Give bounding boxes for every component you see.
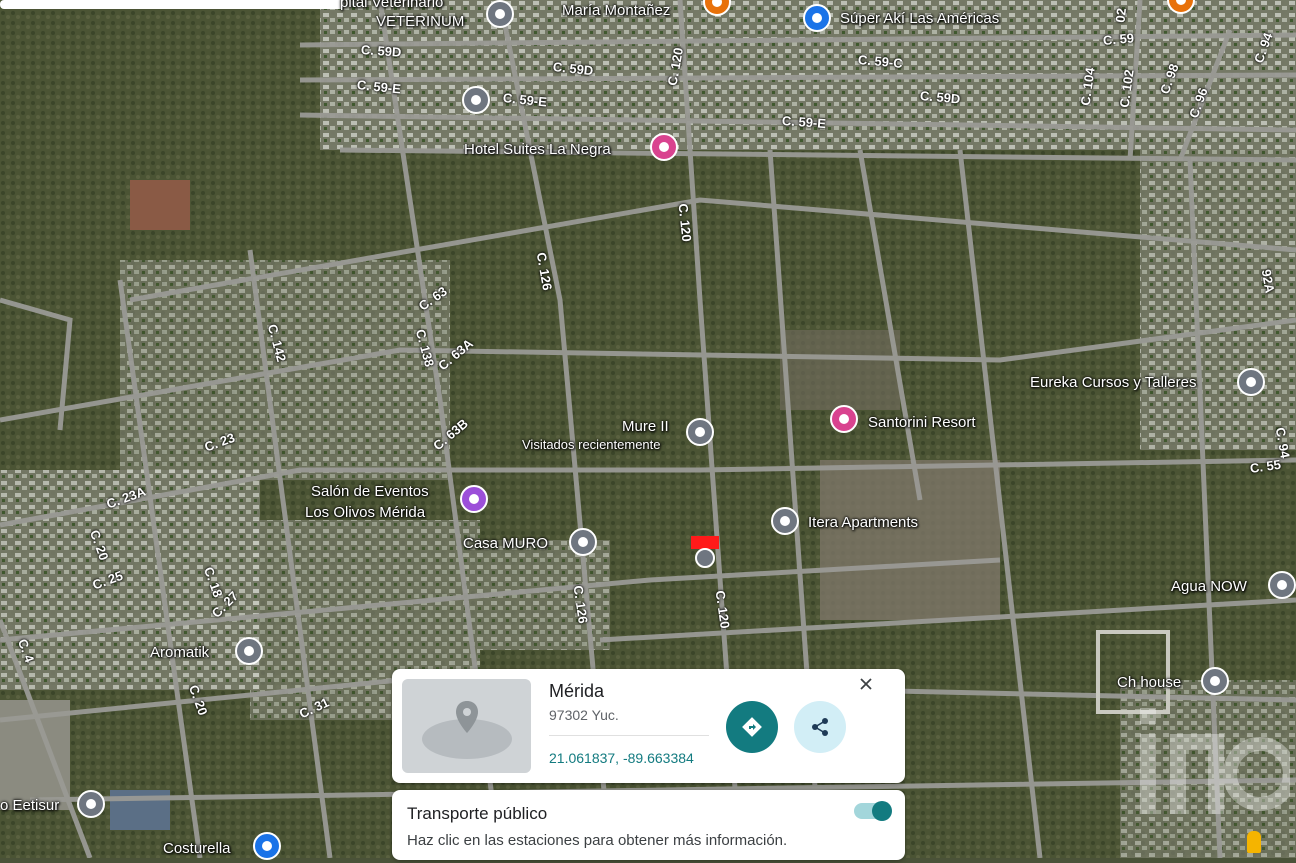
veterinario-pin-icon[interactable] bbox=[486, 0, 514, 28]
mure-pin-icon[interactable] bbox=[686, 418, 714, 446]
street-label: C. 59D bbox=[360, 42, 402, 60]
location-coordinates[interactable]: 21.061837, -89.663384 bbox=[549, 750, 694, 766]
school-pin-icon[interactable] bbox=[462, 86, 490, 114]
place-label-veterinario-1[interactable]: pital Veterinario bbox=[340, 0, 443, 11]
place-label-casamuro[interactable]: Casa MURO bbox=[463, 535, 548, 552]
location-title: Mérida bbox=[549, 681, 605, 701]
place-label-super[interactable]: Súper Akí Las Américas bbox=[840, 10, 999, 27]
place-label-maria[interactable]: María Montañez bbox=[562, 2, 670, 19]
directions-button[interactable] bbox=[726, 701, 778, 753]
place-label-aromatik[interactable]: Aromatik bbox=[150, 644, 209, 661]
location-thumbnail[interactable] bbox=[402, 679, 531, 773]
close-button[interactable] bbox=[857, 675, 875, 693]
transit-toggle[interactable] bbox=[854, 801, 892, 821]
street-label: 02 bbox=[1112, 7, 1129, 24]
transit-description: Haz clic en las estaciones para obtener … bbox=[407, 832, 788, 849]
place-label-costurella[interactable]: Costurella bbox=[163, 840, 231, 857]
place-label-salon-2[interactable]: Los Olivos Mérida bbox=[305, 504, 425, 521]
casamuro-pin-icon[interactable] bbox=[569, 528, 597, 556]
pegman-icon[interactable] bbox=[1247, 831, 1261, 853]
place-label-eureka[interactable]: Eureka Cursos y Talleres bbox=[1030, 374, 1196, 391]
costurella-pin-icon[interactable] bbox=[253, 832, 281, 860]
location-pin-icon bbox=[456, 701, 478, 733]
place-label-santorini[interactable]: Santorini Resort bbox=[868, 414, 976, 431]
share-icon bbox=[812, 718, 828, 736]
transit-title: Transporte público bbox=[407, 804, 548, 823]
street-label: C. 59 bbox=[1102, 30, 1135, 48]
place-label-hotel[interactable]: Hotel Suites La Negra bbox=[464, 141, 611, 158]
santorini-pin-icon[interactable] bbox=[830, 405, 858, 433]
share-button[interactable] bbox=[794, 701, 846, 753]
location-info-card: Mérida 97302 Yuc. 21.061837, -89.663384 bbox=[392, 669, 905, 783]
place-label-mure-recent: Visitados recientemente bbox=[522, 437, 661, 452]
transit-card: Transporte público Haz clic en las estac… bbox=[392, 790, 905, 860]
aromatik-pin-icon[interactable] bbox=[235, 637, 263, 665]
agua-pin-icon[interactable] bbox=[1268, 571, 1296, 599]
hotel-pin-icon[interactable] bbox=[650, 133, 678, 161]
itera-pin-icon[interactable] bbox=[771, 507, 799, 535]
place-label-salon-1[interactable]: Salón de Eventos bbox=[311, 483, 429, 500]
place-label-chhouse[interactable]: Ch house bbox=[1117, 674, 1181, 691]
property-marker bbox=[691, 536, 719, 549]
supermarket-pin-icon[interactable] bbox=[803, 4, 831, 32]
salon-pin-icon[interactable] bbox=[460, 485, 488, 513]
place-label-veterinario-2[interactable]: VETERINUM bbox=[376, 13, 464, 30]
place-label-mure[interactable]: Mure II bbox=[622, 418, 669, 435]
location-subtitle: 97302 Yuc. bbox=[549, 707, 619, 723]
place-label-eetisur[interactable]: o Eetisur bbox=[0, 797, 59, 814]
chhouse-pin-icon[interactable] bbox=[1201, 667, 1229, 695]
eureka-pin-icon[interactable] bbox=[1237, 368, 1265, 396]
street-label: C. 59-E bbox=[781, 113, 827, 132]
watermark-logo bbox=[1140, 708, 1290, 814]
directions-icon bbox=[742, 717, 762, 737]
close-icon bbox=[860, 678, 872, 690]
eetisur-pin-icon[interactable] bbox=[77, 790, 105, 818]
place-label-agua[interactable]: Agua NOW bbox=[1171, 578, 1247, 595]
place-label-itera[interactable]: Itera Apartments bbox=[808, 514, 918, 531]
toggle-knob bbox=[872, 801, 892, 821]
